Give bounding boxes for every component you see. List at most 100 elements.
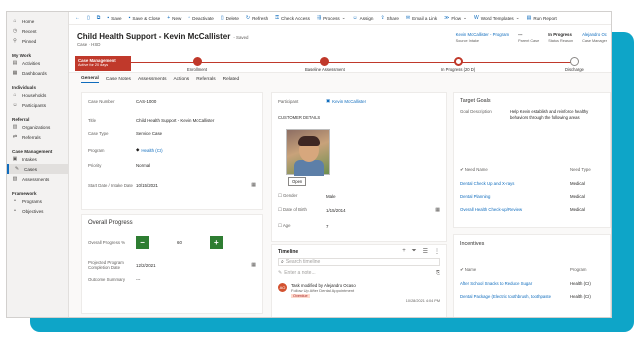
section-title-target-goals: Target Goals bbox=[460, 98, 491, 104]
person-icon: ☺ bbox=[12, 102, 18, 108]
header-field-source-intake[interactable]: Kevin McCallister - Program Source Intake bbox=[456, 32, 510, 43]
share-icon: ⇪ bbox=[380, 15, 385, 21]
case-details-section: Case Number CAS-1000 Title Child Health Su… bbox=[81, 92, 263, 210]
delete-button[interactable]: ▯ Delete bbox=[221, 15, 239, 21]
stage-current-icon bbox=[453, 57, 463, 66]
decrease-progress-button[interactable]: − bbox=[136, 235, 149, 249]
check-access-button[interactable]: ⚿ Check Access bbox=[275, 15, 310, 21]
save-button[interactable]: ▪ Save bbox=[107, 15, 121, 21]
incentives-section: Incentives ✔ Name Program After School S… bbox=[453, 234, 611, 317]
tab-actions[interactable]: Actions bbox=[173, 77, 189, 82]
nav-cases[interactable]: ✎ Cases bbox=[7, 164, 68, 174]
nav-objectives[interactable]: • Objectives bbox=[7, 206, 68, 216]
tab-assessments[interactable]: Assessments bbox=[138, 77, 167, 82]
popout-button[interactable]: ⧉ bbox=[97, 15, 101, 21]
referral-icon: ⇄ bbox=[12, 134, 18, 140]
nav-organizations[interactable]: ▥ Organizations bbox=[7, 122, 68, 132]
timeline-search[interactable]: ⌕ Search timeline bbox=[278, 258, 440, 266]
tab-general[interactable]: General bbox=[81, 76, 99, 83]
left-navigation: ⌂ Home ◷ Recent ⚲ Pinned My Work ▤ Activitie… bbox=[7, 12, 69, 317]
calendar-icon[interactable]: ▦ bbox=[251, 262, 256, 268]
tab-referrals[interactable]: Referrals bbox=[196, 77, 215, 82]
popout-icon: ⧉ bbox=[96, 15, 101, 21]
chevron-down-icon: ⌄ bbox=[515, 15, 520, 20]
nav-assessments[interactable]: ▧ Assessments bbox=[7, 174, 68, 184]
avatar: AO bbox=[278, 283, 287, 292]
attach-icon[interactable]: ⎘ bbox=[436, 270, 440, 276]
refresh-button[interactable]: ↻ Refresh bbox=[246, 15, 268, 21]
mail-icon: ✉ bbox=[405, 15, 411, 21]
participant-photo bbox=[286, 129, 330, 176]
plus-icon: + bbox=[167, 15, 171, 21]
nav-recent[interactable]: ◷ Recent bbox=[7, 26, 68, 36]
stage-enrollment[interactable]: Enrollment bbox=[187, 57, 207, 72]
calendar-icon[interactable]: ▦ bbox=[251, 182, 256, 188]
nav-households[interactable]: ⌂ Households bbox=[7, 90, 68, 100]
nav-dashboards[interactable]: ▦ Dashboards bbox=[7, 68, 68, 78]
stage-discharge[interactable]: Discharge bbox=[565, 57, 584, 72]
word-icon: W bbox=[473, 15, 479, 21]
flow-button[interactable]: ≫ Flow ⌄ bbox=[444, 15, 467, 21]
tab-case-notes[interactable]: Case Notes bbox=[106, 77, 131, 82]
share-button[interactable]: ⇪ Share bbox=[380, 15, 398, 21]
calendar-icon[interactable]: ▦ bbox=[435, 207, 440, 213]
nav-header-individuals: Individuals bbox=[12, 85, 36, 90]
nav-referrals[interactable]: ⇄ Referrals bbox=[7, 132, 68, 142]
nav-activities[interactable]: ▤ Activities bbox=[7, 58, 68, 68]
nav-intakes[interactable]: ▣ Intakes bbox=[7, 154, 68, 164]
nav-pinned[interactable]: ⚲ Pinned bbox=[7, 36, 68, 46]
process-button[interactable]: ⇶ Process ⌄ bbox=[317, 15, 346, 21]
open-button[interactable]: Open bbox=[288, 177, 307, 186]
table-row[interactable]: After School Snacks to Reduce Sugar Healt… bbox=[460, 281, 606, 286]
progress-value[interactable]: 60 bbox=[177, 240, 182, 245]
save-close-button[interactable]: ▪ Save & Close bbox=[129, 15, 161, 21]
pin-icon: ⚲ bbox=[13, 38, 17, 44]
activity-icon: ▤ bbox=[12, 60, 18, 66]
field-participant: Participant ▣ Kevin McCallister bbox=[278, 98, 367, 104]
photo-hair bbox=[298, 136, 320, 146]
new-button[interactable]: + New bbox=[167, 15, 181, 21]
nav-home[interactable]: ⌂ Home bbox=[7, 16, 68, 26]
overdue-badge: Overdue bbox=[291, 294, 310, 298]
table-row[interactable]: Dental Package (Electric toothbrush, too… bbox=[460, 294, 606, 299]
stage-complete-icon bbox=[320, 57, 330, 66]
table-row[interactable]: Dental Check Up and X-rays Medical bbox=[460, 181, 606, 186]
field-projected-completion: Projected Program Completion Date 12/2/20… bbox=[88, 260, 256, 270]
back-button[interactable]: ← bbox=[75, 15, 80, 21]
deactivate-button[interactable]: ▫ Deactivate bbox=[188, 15, 214, 21]
table-row[interactable]: Dental Planning Medical bbox=[460, 194, 606, 199]
stage-baseline-assessment[interactable]: Baseline Assessment bbox=[305, 57, 345, 72]
add-icon[interactable]: + bbox=[402, 248, 406, 255]
assign-button[interactable]: ☺ Assign bbox=[353, 15, 374, 21]
table-row[interactable]: Overall Health Check-up/Review Medical bbox=[460, 207, 606, 212]
household-icon: ⌂ bbox=[13, 92, 17, 98]
incentives-grid-header: ✔ Name Program bbox=[460, 267, 587, 272]
assign-icon: ☺ bbox=[352, 15, 358, 21]
business-process-flow: Case Management Active for 20 days Enrol… bbox=[69, 55, 611, 73]
email-link-button[interactable]: ✉ Email a Link bbox=[406, 15, 437, 21]
active-process[interactable]: Case Management Active for 20 days bbox=[75, 56, 131, 71]
field-title: Title Child Health Support - Kevin McCall… bbox=[88, 117, 215, 123]
word-templates-button[interactable]: W Word Templates ⌄ bbox=[474, 15, 520, 21]
filter-icon[interactable]: ⏷ bbox=[412, 248, 417, 255]
note-icon: ✎ bbox=[278, 270, 283, 276]
run-report-button[interactable]: ▤ Run Report bbox=[527, 15, 557, 21]
field-date-of-birth: ☐ Date of Birth 1/15/2014 ▦ bbox=[278, 207, 440, 213]
nav-participants[interactable]: ☺ Participants bbox=[7, 100, 68, 110]
tab-related[interactable]: Related bbox=[223, 77, 240, 82]
entry-date: 10/28/2021 4:04 PM bbox=[405, 299, 440, 303]
header-field-case-manager[interactable]: Alejandro Oc Case Manager bbox=[582, 32, 607, 43]
stage-in-progress[interactable]: In Progress (20 D) bbox=[441, 57, 475, 72]
increase-progress-button[interactable]: + bbox=[209, 235, 223, 249]
note-input[interactable]: ✎ Enter a note... ⎘ bbox=[278, 269, 440, 277]
field-program: Program ◆ Health (CI) bbox=[88, 147, 163, 153]
timeline-entry[interactable]: AO Task modified by Alejandro Ocaso Foll… bbox=[278, 283, 440, 303]
form-tabs: General Case Notes Assessments Actions R… bbox=[69, 74, 611, 84]
record-set-button[interactable]: ▯ bbox=[87, 15, 90, 21]
nav-programs[interactable]: • Programs bbox=[7, 196, 68, 206]
list-icon[interactable]: ☰ bbox=[423, 248, 428, 255]
chevron-down-icon: ⌄ bbox=[341, 15, 346, 20]
case-icon: ✎ bbox=[14, 166, 20, 172]
field-priority: Priority Normal bbox=[88, 163, 151, 168]
more-icon[interactable]: ⋮ bbox=[434, 248, 440, 255]
